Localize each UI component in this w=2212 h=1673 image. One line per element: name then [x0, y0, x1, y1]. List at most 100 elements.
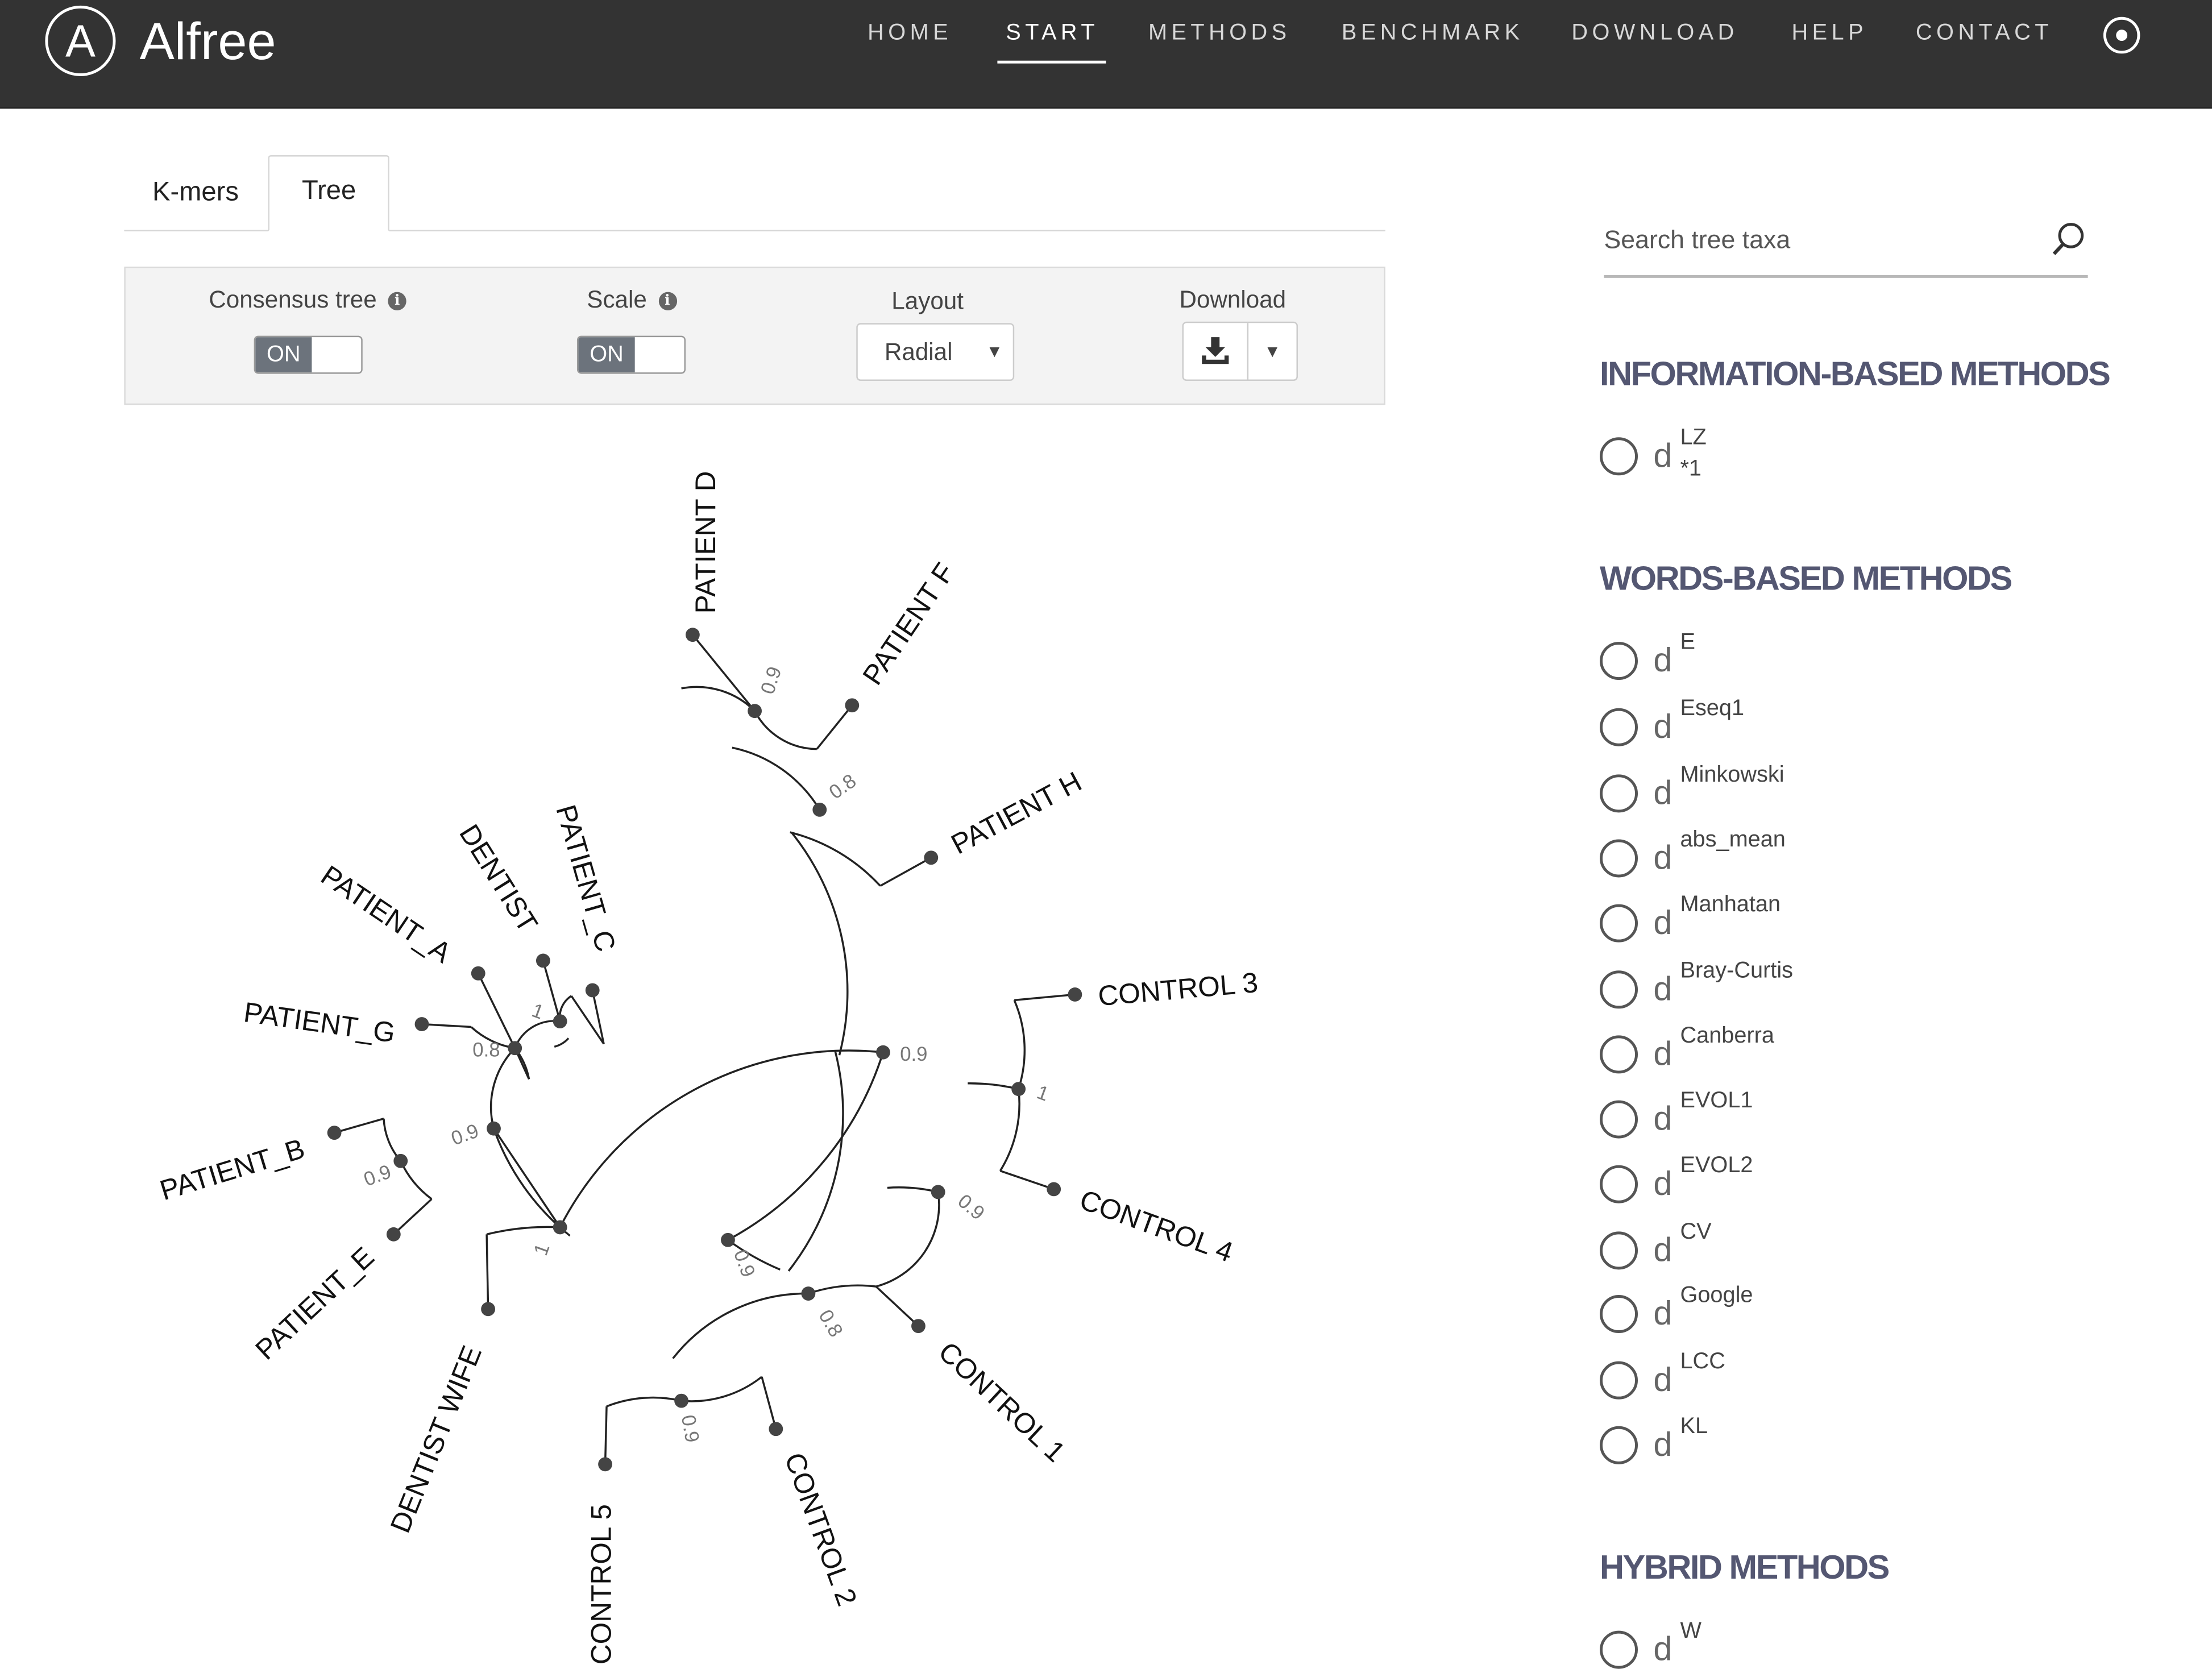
radio-button[interactable]: [1600, 839, 1638, 878]
leaf-node[interactable]: [471, 966, 485, 981]
support-label: 0.8: [814, 1306, 846, 1341]
download-button[interactable]: [1184, 323, 1247, 379]
radio-button[interactable]: [1600, 642, 1638, 680]
nav-contact[interactable]: CONTACT: [1916, 20, 2053, 65]
internal-node[interactable]: [801, 1286, 816, 1301]
radio-button[interactable]: [1600, 708, 1638, 746]
method-superscript: CV: [1680, 1220, 1712, 1244]
internal-node[interactable]: [508, 1041, 522, 1056]
leaf-node[interactable]: [327, 1126, 342, 1140]
logo-icon[interactable]: A: [45, 5, 116, 77]
consensus-tree-text: Consensus tree: [209, 286, 377, 313]
radio-button[interactable]: [1600, 1100, 1638, 1139]
method-symbol: d: [1653, 1231, 1673, 1270]
method-symbol: d: [1653, 839, 1673, 878]
radio-button[interactable]: [1600, 904, 1638, 943]
method-symbol: d: [1653, 1426, 1673, 1464]
internal-node[interactable]: [721, 1232, 735, 1247]
leaf-node[interactable]: [585, 983, 600, 998]
method-symbol: d: [1653, 1630, 1673, 1669]
scale-text: Scale: [587, 286, 647, 313]
leaf-label: DENTIST WIFE: [384, 1341, 488, 1537]
radial-tree: PATIENT D PATIENT F PATIENT H CONTROL 3 …: [156, 471, 1259, 1665]
radio-button[interactable]: [1600, 1035, 1638, 1074]
internal-node[interactable]: [553, 1220, 567, 1235]
tab-tree[interactable]: Tree: [302, 176, 356, 207]
scale-toggle[interactable]: ON: [576, 335, 686, 374]
leaf-node[interactable]: [845, 698, 860, 713]
consensus-tree-label: Consensus tree i: [209, 287, 406, 315]
layout-select[interactable]: Radial ▼: [856, 323, 1015, 381]
radio-button[interactable]: [1600, 437, 1638, 476]
method-superscript: Eseq1: [1680, 696, 1745, 721]
method-superscript: LCC: [1680, 1350, 1725, 1374]
tab-kmers[interactable]: K-mers: [152, 178, 239, 209]
leaf-labels: PATIENT D PATIENT F PATIENT H CONTROL 3 …: [156, 471, 1259, 1665]
leaf-label: PATIENT F: [856, 557, 961, 691]
method-subscript: *1: [1680, 457, 1701, 481]
download-options-dropdown[interactable]: ▼: [1248, 323, 1296, 379]
leaf-label: CONTROL 2: [778, 1448, 863, 1610]
radio-button[interactable]: [1600, 774, 1638, 813]
nav-benchmark[interactable]: BENCHMARK: [1342, 20, 1524, 65]
internal-node[interactable]: [393, 1153, 408, 1168]
radio-button[interactable]: [1600, 1231, 1638, 1270]
info-icon[interactable]: i: [388, 292, 406, 310]
method-symbol: d: [1653, 642, 1673, 680]
method-superscript: E: [1680, 630, 1695, 655]
leaf-node[interactable]: [481, 1302, 496, 1317]
internal-node[interactable]: [876, 1045, 890, 1060]
leaf-label: PATIENT_B: [156, 1132, 309, 1206]
nav-start[interactable]: START: [997, 20, 1106, 65]
nav-download[interactable]: DOWNLOAD: [1571, 20, 1738, 65]
leaf-node[interactable]: [769, 1422, 783, 1437]
support-label: 0.8: [825, 770, 860, 804]
user-account-icon[interactable]: [2103, 16, 2140, 54]
radio-button[interactable]: [1600, 1630, 1638, 1669]
info-icon[interactable]: i: [658, 292, 677, 310]
radio-button[interactable]: [1600, 970, 1638, 1009]
radio-button[interactable]: [1600, 1361, 1638, 1400]
leaf-label: PATIENT_C: [550, 801, 622, 955]
search-input[interactable]: [1604, 218, 2027, 261]
brand-name[interactable]: Alfree: [140, 11, 276, 73]
leaf-label: DENTIST: [453, 819, 544, 938]
internal-node[interactable]: [553, 1014, 567, 1029]
leaf-node[interactable]: [924, 850, 939, 865]
leaf-node[interactable]: [911, 1319, 926, 1334]
leaf-node[interactable]: [1068, 987, 1082, 1002]
leaf-node[interactable]: [686, 628, 700, 642]
internal-node[interactable]: [812, 802, 827, 817]
internal-node[interactable]: [487, 1121, 501, 1136]
leaf-node[interactable]: [414, 1017, 429, 1031]
method-symbol: d: [1653, 1295, 1673, 1334]
internal-node[interactable]: [674, 1393, 688, 1408]
section-title-hybrid: HYBRID METHODS: [1600, 1549, 1890, 1587]
leaf-label: CONTROL 3: [1097, 966, 1259, 1012]
nav-methods[interactable]: METHODS: [1148, 20, 1291, 65]
download-button-group: ▼: [1182, 321, 1298, 381]
leaf-node[interactable]: [536, 953, 550, 968]
tree-branches: [334, 634, 1076, 1464]
radio-button[interactable]: [1600, 1295, 1638, 1334]
support-label: 0.9: [361, 1161, 394, 1190]
radio-button[interactable]: [1600, 1426, 1638, 1464]
leaf-label: CONTROL 5: [585, 1504, 617, 1664]
leaf-node[interactable]: [598, 1457, 612, 1472]
internal-node[interactable]: [1011, 1082, 1026, 1097]
consensus-tree-toggle[interactable]: ON: [254, 335, 363, 374]
section-title-information: INFORMATION-BASED METHODS: [1600, 355, 2111, 394]
tree-search: [1604, 211, 2088, 278]
radio-button[interactable]: [1600, 1165, 1638, 1203]
leaf-node[interactable]: [1047, 1182, 1061, 1197]
internal-node[interactable]: [748, 704, 762, 719]
search-icon[interactable]: [2050, 220, 2089, 259]
internal-node[interactable]: [931, 1185, 945, 1199]
leaf-label: PATIENT_G: [242, 996, 397, 1049]
method-superscript: W: [1680, 1619, 1701, 1643]
nav-help[interactable]: HELP: [1792, 20, 1867, 65]
nav-home[interactable]: HOME: [868, 20, 952, 65]
method-symbol: d: [1653, 1035, 1673, 1074]
chevron-down-icon: ▼: [1264, 341, 1281, 362]
leaf-node[interactable]: [386, 1227, 401, 1242]
